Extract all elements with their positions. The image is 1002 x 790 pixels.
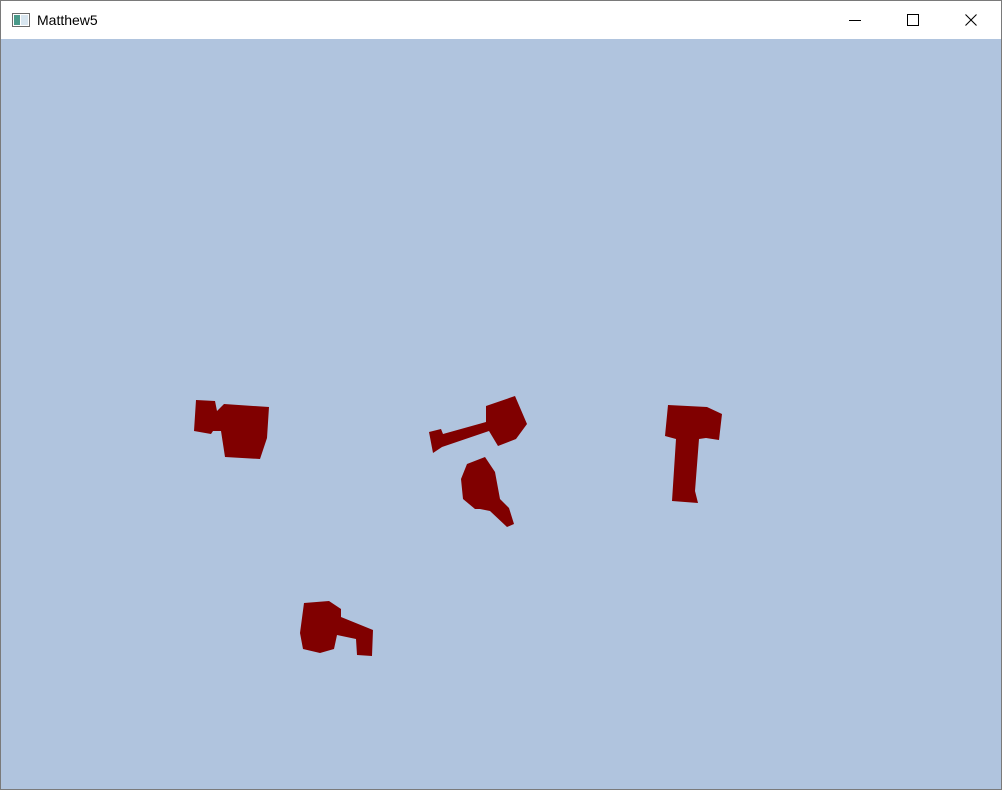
scene-svg (194, 396, 722, 656)
hammer-2 (429, 396, 527, 453)
hammer-4 (665, 405, 722, 503)
app-window-icon (12, 13, 30, 27)
minimize-icon (849, 20, 861, 21)
hammer-3 (461, 457, 514, 527)
minimize-button[interactable] (826, 1, 884, 39)
close-icon (965, 14, 977, 26)
close-button[interactable] (942, 1, 1000, 39)
game-canvas[interactable] (1, 39, 1001, 789)
maximize-icon (907, 14, 919, 26)
hammer-1 (194, 400, 269, 459)
window-title: Matthew5 (37, 12, 98, 28)
title-bar[interactable]: Matthew5 (1, 1, 1001, 39)
maximize-button[interactable] (884, 1, 942, 39)
app-window: Matthew5 (0, 0, 1002, 790)
hammer-5 (300, 601, 373, 656)
